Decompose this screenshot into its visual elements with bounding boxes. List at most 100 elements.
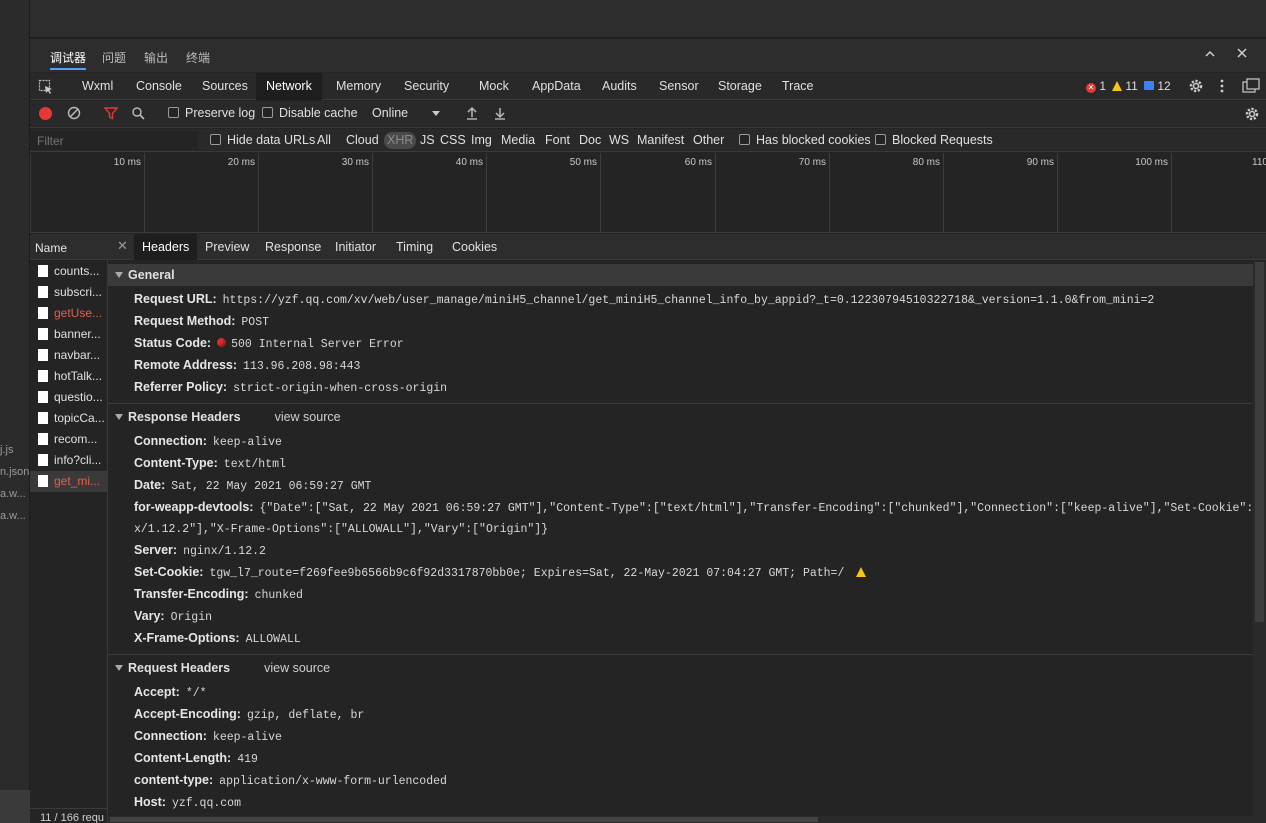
tab-network[interactable]: Network xyxy=(256,73,322,100)
clear-icon[interactable] xyxy=(67,106,81,123)
tab-console[interactable]: Console xyxy=(126,73,192,100)
request-headers-section-header[interactable]: Request Headers view source xyxy=(108,661,1254,675)
side-file-item[interactable]: a.w... xyxy=(0,488,26,500)
request-row[interactable]: subscri... xyxy=(30,282,107,303)
warning-icon[interactable] xyxy=(856,567,867,577)
response-headers-section-header[interactable]: Response Headers view source xyxy=(108,410,1254,424)
filter-type-all[interactable]: All xyxy=(317,133,331,147)
header-row: Content-Type: text/html xyxy=(134,456,286,471)
filter-type-css[interactable]: CSS xyxy=(440,133,466,147)
filter-type-manifest[interactable]: Manifest xyxy=(637,133,684,147)
tab-sensor[interactable]: Sensor xyxy=(649,73,709,100)
tab-problems[interactable]: 问题 xyxy=(102,49,126,66)
disable-cache-checkbox[interactable]: Disable cache xyxy=(262,106,358,120)
filter-type-doc[interactable]: Doc xyxy=(579,133,601,147)
more-options-icon[interactable] xyxy=(1218,78,1226,97)
inspect-element-icon[interactable] xyxy=(38,79,54,95)
side-file-item[interactable]: a.w... xyxy=(0,510,26,522)
throttle-select[interactable]: Online xyxy=(372,106,444,120)
request-row[interactable]: topicCa... xyxy=(30,408,107,429)
header-row: Transfer-Encoding: chunked xyxy=(134,587,303,602)
preserve-log-checkbox[interactable]: Preserve log xyxy=(168,106,255,120)
has-blocked-cookies-checkbox[interactable]: Has blocked cookies xyxy=(739,133,871,147)
filter-type-img[interactable]: Img xyxy=(471,133,492,147)
chevron-up-icon[interactable] xyxy=(1201,47,1219,65)
network-toolbar: Preserve log Disable cache Online xyxy=(30,101,1266,128)
filter-type-cloud[interactable]: Cloud xyxy=(346,133,379,147)
tab-initiator[interactable]: Initiator xyxy=(327,234,384,260)
tab-trace[interactable]: Trace xyxy=(772,73,824,100)
request-row[interactable]: recom... xyxy=(30,429,107,450)
tab-mock[interactable]: Mock xyxy=(469,73,519,100)
filter-type-xhr[interactable]: XHR xyxy=(384,132,417,149)
tab-security[interactable]: Security xyxy=(394,73,459,100)
warning-count-badge[interactable]: 11 xyxy=(1112,79,1138,93)
import-har-icon[interactable] xyxy=(465,106,479,123)
header-row: content-type: application/x-www-form-urle… xyxy=(134,773,447,788)
side-file-item[interactable]: n.json xyxy=(0,466,29,478)
blocked-requests-checkbox[interactable]: Blocked Requests xyxy=(875,133,993,147)
network-settings-gear-icon[interactable] xyxy=(1244,106,1260,125)
timeline-overview[interactable]: 10 ms 20 ms 30 ms 40 ms 50 ms 60 ms 70 m… xyxy=(30,153,1266,233)
request-row[interactable]: hotTalk... xyxy=(30,366,107,387)
record-icon[interactable] xyxy=(39,107,52,120)
view-source-link[interactable]: view source xyxy=(264,661,330,675)
info-count-badge[interactable]: 12 xyxy=(1144,79,1171,93)
scrollbar-thumb[interactable] xyxy=(110,817,818,822)
tab-timing[interactable]: Timing xyxy=(388,234,441,260)
close-icon[interactable] xyxy=(1233,46,1251,64)
request-row-selected[interactable]: get_mi... xyxy=(30,471,107,492)
filter-type-ws[interactable]: WS xyxy=(609,133,629,147)
request-row[interactable]: questio... xyxy=(30,387,107,408)
tab-storage[interactable]: Storage xyxy=(708,73,772,100)
tab-appdata[interactable]: AppData xyxy=(522,73,591,100)
vertical-scrollbar[interactable] xyxy=(1253,262,1266,823)
filter-type-other[interactable]: Other xyxy=(693,133,724,147)
request-row[interactable]: banner... xyxy=(30,324,107,345)
checkbox-box xyxy=(168,107,179,118)
header-row: X-Frame-Options: ALLOWALL xyxy=(134,631,301,646)
document-icon xyxy=(38,307,48,319)
filter-type-media[interactable]: Media xyxy=(501,133,535,147)
search-icon[interactable] xyxy=(131,106,145,123)
horizontal-scrollbar[interactable] xyxy=(108,816,1253,823)
filter-bar: Hide data URLs All Cloud XHR JS CSS Img … xyxy=(30,129,1266,152)
filter-type-js[interactable]: JS xyxy=(420,133,435,147)
view-source-link[interactable]: view source xyxy=(275,410,341,424)
tab-audits[interactable]: Audits xyxy=(592,73,647,100)
tab-terminal[interactable]: 终端 xyxy=(186,49,210,66)
tab-sources[interactable]: Sources xyxy=(192,73,258,100)
side-file-item[interactable]: j.js xyxy=(0,444,13,456)
tab-output[interactable]: 输出 xyxy=(144,49,168,66)
tab-response[interactable]: Response xyxy=(257,234,329,260)
error-count: 1 xyxy=(1099,79,1107,93)
name-column-header[interactable]: Name xyxy=(30,234,108,260)
request-row[interactable]: getUse... xyxy=(30,303,107,324)
undock-icon[interactable] xyxy=(1242,78,1260,97)
scrollbar-thumb[interactable] xyxy=(1255,262,1264,622)
filter-input[interactable] xyxy=(30,131,198,150)
close-detail-icon[interactable]: ✕ xyxy=(117,238,128,254)
tab-cookies[interactable]: Cookies xyxy=(444,234,505,260)
request-row[interactable]: counts... xyxy=(30,261,107,282)
request-row[interactable]: info?cli... xyxy=(30,450,107,471)
general-section-header[interactable]: General xyxy=(108,264,1254,286)
timeline-tick: 60 ms xyxy=(600,153,715,233)
tab-preview[interactable]: Preview xyxy=(197,234,257,260)
tab-memory[interactable]: Memory xyxy=(326,73,391,100)
document-icon xyxy=(38,328,48,340)
preserve-log-label: Preserve log xyxy=(185,106,256,120)
header-row: Connection: keep-alive xyxy=(134,729,282,744)
settings-gear-icon[interactable] xyxy=(1188,78,1204,97)
error-count-badge[interactable]: ✕ 1 xyxy=(1086,79,1106,93)
request-row[interactable]: navbar... xyxy=(30,345,107,366)
tab-wxml[interactable]: Wxml xyxy=(72,73,123,100)
warning-count: 11 xyxy=(1125,79,1138,93)
tab-debugger[interactable]: 调试器 xyxy=(50,49,87,70)
export-har-icon[interactable] xyxy=(493,106,507,123)
hide-data-urls-checkbox[interactable]: Hide data URLs xyxy=(210,133,315,147)
tab-headers[interactable]: Headers xyxy=(134,234,198,260)
filter-type-font[interactable]: Font xyxy=(545,133,570,147)
filter-funnel-icon[interactable] xyxy=(103,106,119,123)
header-row: Remote Address: 113.96.208.98:443 xyxy=(134,358,361,373)
